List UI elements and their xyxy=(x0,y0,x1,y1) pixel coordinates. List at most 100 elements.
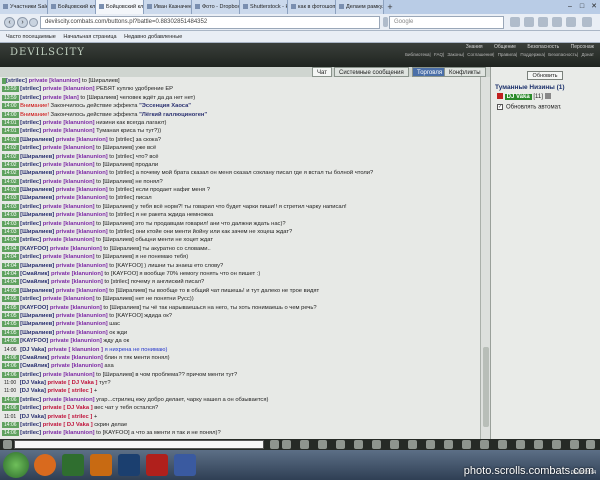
message-time[interactable]: 14:03 xyxy=(2,220,19,227)
private-tag[interactable]: private [klanunion] xyxy=(41,179,96,185)
illustrator-icon[interactable] xyxy=(90,454,112,476)
toolbar-icon[interactable] xyxy=(444,440,453,449)
browser-tab[interactable]: Бойцовский кл... xyxy=(96,0,144,14)
message-time[interactable]: 14:06 xyxy=(2,354,19,361)
browser-tab[interactable]: Участники Sale... xyxy=(0,0,48,14)
private-tag[interactable]: private [ DJ Vaka ] xyxy=(41,422,94,428)
private-tag[interactable]: private [klanunion] xyxy=(54,195,109,201)
private-tag[interactable]: private [klanunion] xyxy=(41,430,96,436)
sender-name[interactable]: [strilec] xyxy=(20,422,41,428)
sender-name[interactable]: [Ширалиев] xyxy=(20,263,54,269)
info-icon[interactable] xyxy=(544,93,551,100)
addon-icon[interactable] xyxy=(552,17,562,27)
maximize-icon[interactable]: □ xyxy=(576,0,588,14)
bookmark-item[interactable]: Начальная страница xyxy=(63,34,116,40)
browser-tab[interactable]: Бойцовский кл... xyxy=(48,0,96,14)
sender-name[interactable]: [Смайлик] xyxy=(20,271,49,277)
new-tab-icon[interactable]: + xyxy=(384,0,396,14)
message-time[interactable]: 14:00 xyxy=(2,111,19,118)
message-time[interactable]: 14:04 xyxy=(2,262,19,269)
browser-tab[interactable]: Shutterstock - Н... xyxy=(240,0,288,14)
toolbar-icon[interactable] xyxy=(534,440,543,449)
menu-item[interactable]: Знания xyxy=(466,44,483,50)
message-time[interactable]: 14:04 xyxy=(2,245,19,252)
browser-tab[interactable]: Фото - Dropbox xyxy=(192,0,240,14)
toolbar-icon[interactable] xyxy=(318,440,327,449)
message-time[interactable]: 11:00 xyxy=(2,388,18,394)
sender-name[interactable]: [strilec] xyxy=(20,254,41,260)
menu-icon[interactable] xyxy=(582,17,592,27)
close-icon[interactable]: ✕ xyxy=(588,0,600,14)
sender-name[interactable]: [strilec] xyxy=(20,145,41,151)
exit-icon[interactable] xyxy=(586,440,595,449)
send-icon[interactable] xyxy=(270,440,279,449)
toolbar-icon[interactable] xyxy=(408,440,417,449)
toolbar-icon[interactable] xyxy=(354,440,363,449)
message-time[interactable]: 14:06 xyxy=(2,430,19,437)
private-tag[interactable]: private [klanunion] xyxy=(41,145,96,151)
forward-icon[interactable]: › xyxy=(17,17,28,28)
private-tag[interactable]: private [klan] xyxy=(41,95,80,101)
private-tag[interactable]: private [klanunion] xyxy=(54,154,109,160)
private-tag[interactable]: private [klanunion] xyxy=(49,271,104,277)
private-tag[interactable]: private [klanunion] xyxy=(41,221,96,227)
sender-name[interactable]: [strilec] xyxy=(20,397,41,403)
addon-icon[interactable] xyxy=(566,17,576,27)
private-tag[interactable]: private [ DJ Vaka ] xyxy=(46,380,99,386)
menu-item[interactable]: Поддержка xyxy=(520,52,543,57)
toolbar-icon[interactable] xyxy=(390,440,399,449)
sender-name[interactable]: [Ширалиев] xyxy=(20,321,54,327)
private-tag[interactable]: private [klanunion] xyxy=(48,338,103,344)
auto-update-checkbox[interactable]: ✓ xyxy=(497,104,503,110)
browser-tab[interactable]: Иван Казначеев xyxy=(144,0,192,14)
menu-item[interactable]: Безопасность xyxy=(548,52,577,57)
toolbar-icon[interactable] xyxy=(336,440,345,449)
sender-name[interactable]: [strilec] xyxy=(20,179,41,185)
sender-name[interactable]: [strilec] xyxy=(20,162,41,168)
address-bar[interactable]: devilscity.combats.com/buttons.pl?battle… xyxy=(40,16,380,29)
smiles-icon[interactable] xyxy=(300,440,309,449)
browser-tab[interactable]: Делаем рамку... xyxy=(336,0,384,14)
message-time[interactable]: 14:02 xyxy=(2,170,19,177)
sender-name[interactable]: [Ширалиев] xyxy=(20,212,54,218)
message-time[interactable]: 14:06 xyxy=(2,396,19,403)
back-icon[interactable]: ‹ xyxy=(4,17,15,28)
private-tag[interactable]: private [klanunion] xyxy=(54,330,109,336)
message-time[interactable]: 14:05 xyxy=(2,329,19,336)
message-time[interactable]: 14:03 xyxy=(2,229,19,236)
message-time[interactable]: 14:01 xyxy=(2,119,19,126)
message-time[interactable]: 14:02 xyxy=(2,178,19,185)
sender-name[interactable]: [strilec] xyxy=(6,78,27,84)
menu-item[interactable]: Законы xyxy=(447,52,462,57)
sender-name[interactable]: [Ширалиев] xyxy=(20,330,54,336)
toolbar-icon[interactable] xyxy=(426,440,435,449)
sender-name[interactable]: [strilec] xyxy=(20,237,41,243)
sender-name[interactable]: [KAYFOO] xyxy=(20,305,48,311)
private-tag[interactable]: private [klanunion] xyxy=(41,296,96,302)
message-time[interactable]: 14:04 xyxy=(2,254,19,261)
toolbar-icon[interactable] xyxy=(498,440,507,449)
message-time[interactable]: 14:02 xyxy=(2,187,19,194)
sender-name[interactable]: [Ширалиев] xyxy=(20,170,54,176)
download-icon[interactable] xyxy=(524,17,534,27)
sender-name[interactable]: [strilec] xyxy=(20,204,41,210)
sender-name[interactable]: [KAYFOO] xyxy=(20,338,48,344)
sender-name[interactable]: [strilec] xyxy=(20,86,41,92)
message-time[interactable]: 11:01 xyxy=(2,414,18,420)
toolbar-icon[interactable] xyxy=(480,440,489,449)
sender-name[interactable]: [strilec] xyxy=(20,221,41,227)
tab-trade[interactable]: Торговля xyxy=(412,67,448,77)
user-name[interactable]: DJ Vaka xyxy=(504,94,532,100)
start-button-icon[interactable] xyxy=(3,452,29,478)
message-time[interactable]: 13:59 xyxy=(2,94,19,101)
private-tag[interactable]: private [klanunion] xyxy=(41,372,96,378)
sender-name[interactable]: [strilec] xyxy=(20,296,41,302)
message-time[interactable]: 14:06 xyxy=(2,363,19,370)
sender-name[interactable]: [Ширалиев] xyxy=(20,137,54,143)
private-tag[interactable]: private [klanunion] xyxy=(41,162,96,168)
sender-name[interactable]: [KAYFOO] xyxy=(20,246,48,252)
sender-name[interactable]: [strilec] xyxy=(20,405,41,411)
message-time[interactable]: 14:05 xyxy=(2,338,19,345)
private-tag[interactable]: private [klanunion] xyxy=(54,137,109,143)
private-tag[interactable]: private [klanunion] xyxy=(41,120,96,126)
